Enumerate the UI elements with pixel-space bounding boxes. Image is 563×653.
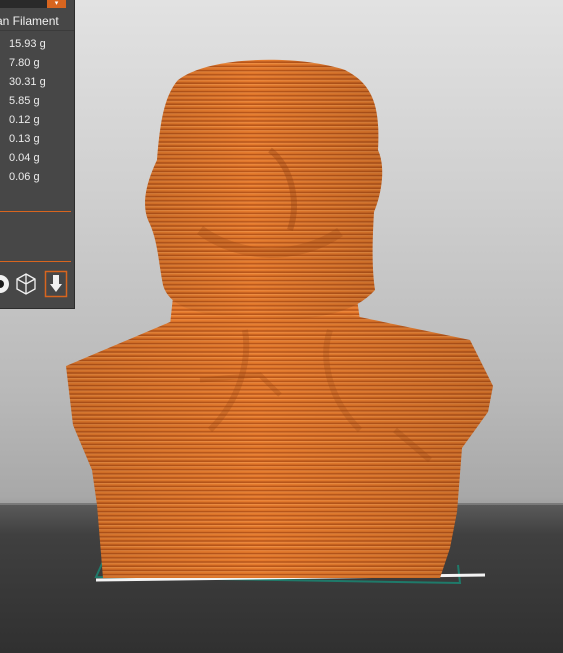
panel-divider xyxy=(0,211,71,212)
weight-value: 7.80 g xyxy=(9,57,40,69)
view-mode-toolbar xyxy=(0,270,74,300)
3d-viewport[interactable] xyxy=(0,0,563,653)
weight-value: 0.04 g xyxy=(9,152,40,164)
bust-model[interactable] xyxy=(0,0,563,653)
print-info-panel: ▾ an Filament 15.93 g 7.80 g 30.31 g 5.8… xyxy=(0,0,75,309)
nozzle-icon[interactable] xyxy=(44,270,68,298)
weight-value: 0.12 g xyxy=(9,114,40,126)
filament-weights-list: 15.93 g 7.80 g 30.31 g 5.85 g 0.12 g 0.1… xyxy=(9,35,71,187)
weight-value: 30.31 g xyxy=(9,76,46,88)
chevron-down-icon[interactable]: ▾ xyxy=(47,0,66,8)
partial-sphere-icon[interactable] xyxy=(0,270,10,298)
filament-type-label: an Filament xyxy=(0,12,74,31)
weight-value: 15.93 g xyxy=(9,38,46,50)
panel-divider xyxy=(0,261,71,262)
weight-value: 0.06 g xyxy=(9,171,40,183)
cube-wireframe-icon[interactable] xyxy=(14,270,38,298)
weight-value: 0.13 g xyxy=(9,133,40,145)
weight-value: 5.85 g xyxy=(9,95,40,107)
